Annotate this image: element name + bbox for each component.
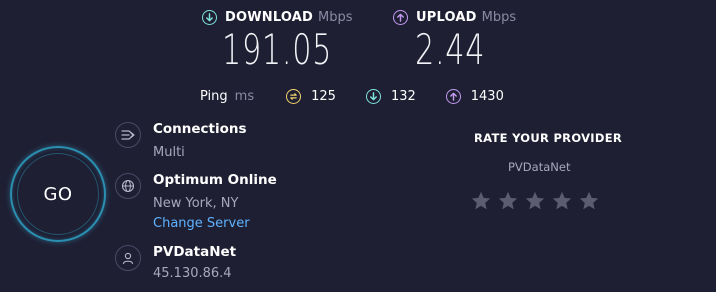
idle-latency-icon: [286, 88, 302, 104]
ping-idle: 125: [286, 88, 336, 104]
download-label: DOWNLOAD: [225, 9, 314, 25]
download-unit: Mbps: [318, 9, 353, 25]
star-icon[interactable]: [470, 190, 492, 212]
provider-ip: 45.130.86.4: [153, 266, 232, 281]
server-name: Optimum Online: [153, 172, 277, 188]
connections-value: Multi: [153, 145, 185, 160]
go-button[interactable]: GO: [10, 146, 106, 242]
star-icon[interactable]: [578, 190, 600, 212]
ping-idle-value: 125: [311, 88, 336, 104]
download-speed-value: 191.05: [222, 25, 333, 74]
speedtest-panel: DOWNLOAD Mbps 191.05 UPLOAD Mbps 2.44 Pi…: [0, 0, 716, 292]
arrow-down-circle-icon: [202, 9, 217, 25]
connections-icon: [115, 122, 141, 148]
change-server-link[interactable]: Change Server: [153, 216, 250, 231]
user-icon: [115, 245, 141, 271]
go-button-label: GO: [43, 183, 73, 205]
star-icon[interactable]: [497, 190, 519, 212]
connections-title: Connections: [153, 121, 247, 137]
ping-unit: ms: [234, 88, 255, 104]
ping-row: Ping ms 125 132 1430: [200, 86, 534, 106]
arrow-up-circle-icon: [445, 88, 461, 104]
star-icon[interactable]: [551, 190, 573, 212]
provider-name: PVDataNet: [153, 244, 237, 260]
ping-download-value: 132: [390, 88, 416, 104]
upload-speed-value: 2.44: [415, 25, 486, 74]
upload-header: UPLOAD Mbps: [393, 7, 516, 27]
download-header: DOWNLOAD Mbps: [202, 7, 353, 27]
star-icon[interactable]: [524, 190, 546, 212]
upload-label: UPLOAD: [416, 9, 477, 25]
server-location: New York, NY: [153, 196, 239, 211]
arrow-down-circle-icon: [365, 88, 381, 104]
rate-provider-name: PVDataNet: [508, 160, 571, 174]
ping-label: Ping: [200, 88, 228, 104]
star-rating: [470, 190, 600, 212]
upload-unit: Mbps: [481, 9, 517, 25]
globe-icon: [115, 173, 141, 199]
ping-upload: 1430: [445, 88, 504, 104]
ping-upload-value: 1430: [470, 88, 504, 104]
ping-download: 132: [365, 88, 416, 104]
rate-provider-title: RATE YOUR PROVIDER: [474, 131, 623, 145]
arrow-up-circle-icon: [393, 9, 408, 25]
